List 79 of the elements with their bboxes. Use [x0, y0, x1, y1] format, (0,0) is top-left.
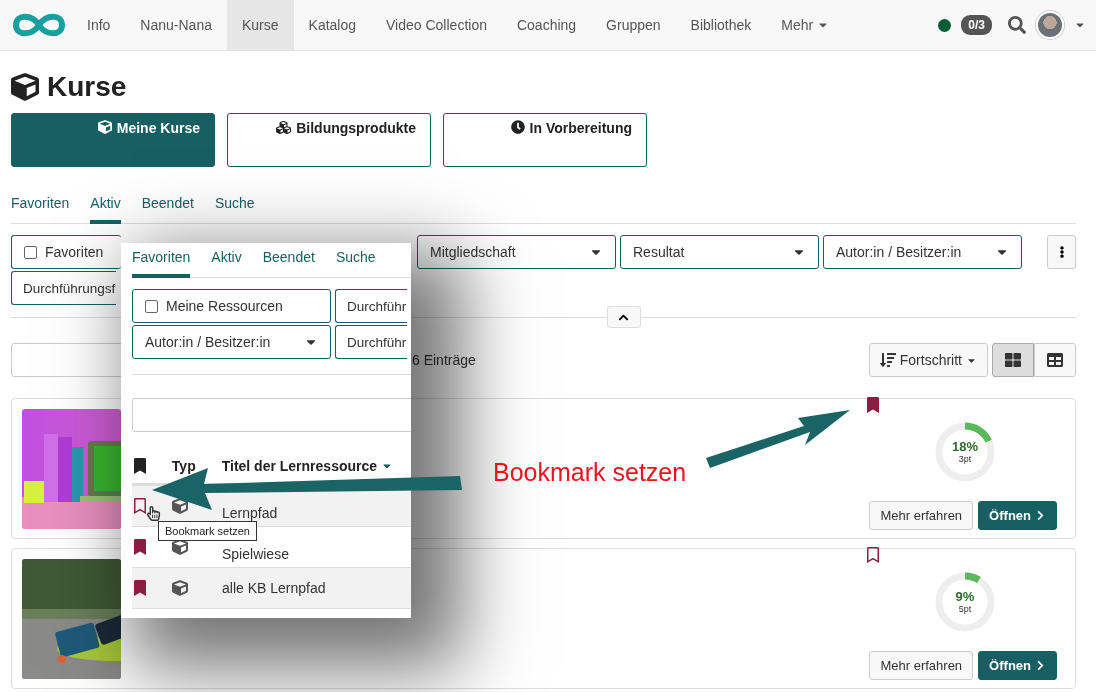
tab[interactable]: Favoriten — [11, 195, 70, 224]
clock-icon — [510, 120, 525, 134]
tooltip: Bookmark setzen — [158, 521, 257, 541]
more-button[interactable] — [1047, 235, 1076, 269]
cube-icon — [172, 580, 188, 596]
sort-icon — [879, 352, 896, 368]
filter-dropdown[interactable]: Autor:in / Besitzer:in — [823, 235, 1022, 269]
tab[interactable]: Aktiv — [90, 195, 121, 224]
progress-points: 3pt — [958, 454, 972, 464]
hand-cursor-icon — [146, 506, 161, 521]
bookmark-icon[interactable] — [132, 580, 148, 596]
nav-item[interactable]: Gruppen — [591, 0, 676, 50]
progress-ring — [934, 571, 996, 633]
sort-button[interactable]: Fortschritt — [868, 343, 988, 377]
logo-icon[interactable] — [12, 12, 66, 38]
chevron-right-icon — [1035, 510, 1046, 521]
open-button[interactable]: Öffnen — [978, 501, 1057, 530]
collapse-button[interactable] — [606, 306, 641, 328]
filter-dropdown[interactable]: Autor:in / Besitzer:in — [132, 325, 331, 359]
search-field[interactable] — [132, 398, 411, 432]
nav-item[interactable]: Coaching — [501, 0, 592, 50]
cubes-icon — [276, 120, 292, 135]
view-toggle[interactable] — [1034, 343, 1076, 377]
status-dot — [938, 18, 952, 32]
resource-title[interactable]: Lernpfad — [222, 491, 278, 521]
result-count: 6 Einträge — [412, 352, 476, 368]
search-icon[interactable] — [1008, 16, 1026, 34]
list-icon — [1047, 352, 1063, 368]
filter-dropdown[interactable]: Durchführungsf — [11, 271, 117, 305]
resource-title[interactable]: alle KB Lernpfad — [222, 580, 326, 596]
segment-button[interactable]: Bildungsprodukte — [227, 113, 431, 167]
bookmark-outline-icon[interactable] — [865, 547, 881, 563]
checkbox[interactable] — [24, 245, 37, 259]
bookmark-icon — [132, 457, 148, 474]
nav-item[interactable]: Kurse — [226, 0, 294, 50]
avatar[interactable] — [1036, 11, 1064, 39]
filter-dropdown[interactable]: Durchführ — [335, 325, 408, 359]
cube-icon — [172, 498, 188, 514]
tab[interactable]: Beendet — [262, 249, 315, 278]
cube-icon — [97, 120, 112, 134]
segment-button[interactable]: In Vorbereitung — [443, 113, 647, 167]
progress-percent: 9% — [955, 590, 975, 604]
filter-checkbox[interactable]: Meine Ressourcen — [132, 289, 331, 323]
page-title: Kurse — [47, 71, 127, 103]
details-button[interactable]: Mehr erfahren — [869, 651, 974, 680]
tab[interactable]: Suche — [214, 195, 255, 224]
tab[interactable]: Suche — [335, 249, 376, 278]
nav-item[interactable]: Info — [72, 0, 126, 50]
cube-icon — [172, 539, 188, 555]
chevron-right-icon — [1035, 660, 1046, 671]
progress-ring — [934, 421, 996, 483]
column-header[interactable]: Titel der Lernressource — [221, 457, 378, 474]
filter-dropdown[interactable]: Durchführ — [335, 289, 408, 323]
segment-button[interactable]: Meine Kurse — [11, 113, 215, 167]
bookmark-icon[interactable] — [865, 397, 881, 413]
nav-item[interactable]: Mehr — [766, 0, 845, 50]
details-button[interactable]: Mehr erfahren — [869, 501, 974, 530]
annotation-label: Bookmark setzen — [493, 458, 687, 487]
nav-item[interactable]: Katalog — [293, 0, 372, 50]
counter-badge[interactable]: 0/3 — [961, 15, 992, 35]
bookmark-outline-icon[interactable] — [132, 498, 148, 514]
filter-checkbox[interactable]: Favoriten — [11, 235, 121, 269]
progress-percent: 18% — [952, 440, 978, 454]
filter-dropdown[interactable]: Resultat — [620, 235, 819, 269]
open-button[interactable]: Öffnen — [978, 651, 1057, 680]
column-header[interactable]: Typ — [171, 457, 196, 474]
grid-icon — [1005, 352, 1021, 368]
nav-item[interactable]: Video Collection — [371, 0, 502, 50]
tab[interactable]: Beendet — [141, 195, 194, 224]
tab[interactable]: Favoriten — [132, 249, 191, 278]
nav-item[interactable]: Nanu-Nana — [125, 0, 227, 50]
cube-icon — [11, 73, 39, 101]
filter-dropdown[interactable]: Mitgliedschaft — [417, 235, 616, 269]
bookmark-icon[interactable] — [132, 539, 148, 555]
tab[interactable]: Aktiv — [211, 249, 242, 278]
progress-points: 5pt — [958, 604, 972, 614]
view-toggle[interactable] — [992, 343, 1034, 377]
nav-item[interactable]: Bibliothek — [675, 0, 767, 50]
checkbox[interactable] — [145, 299, 158, 313]
